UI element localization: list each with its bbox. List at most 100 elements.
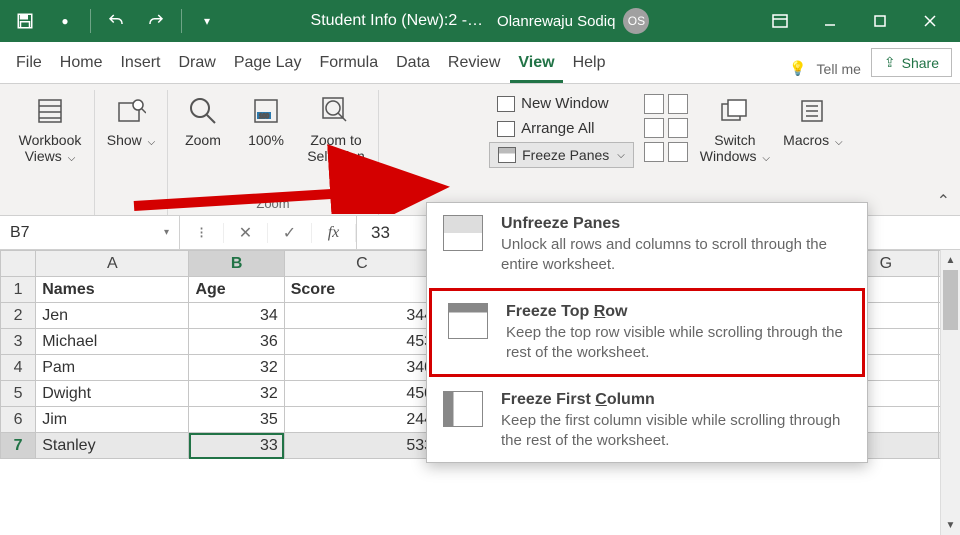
cell[interactable]: 453 [284, 329, 439, 355]
dropdown-icon[interactable]: ⁝ [180, 223, 224, 243]
reset-pos-icon[interactable] [668, 142, 688, 162]
svg-text:100: 100 [259, 114, 270, 120]
workbook-views-button[interactable]: Workbook Views [12, 90, 88, 169]
menu-freeze-top-row[interactable]: Freeze Top Row Keep the top row visible … [429, 288, 865, 377]
freeze-panes-menu: Unfreeze Panes Unlock all rows and colum… [426, 202, 868, 463]
window-split-buttons [642, 90, 690, 162]
row-header[interactable]: 3 [1, 329, 36, 355]
save-icon[interactable] [6, 3, 44, 39]
zoom-selection-icon [319, 94, 353, 128]
tab-page-layout[interactable]: Page Lay [226, 44, 310, 83]
cell[interactable]: Names [36, 277, 189, 303]
split-icon[interactable] [644, 94, 664, 114]
user-name[interactable]: Olanrewaju Sodiq OS [497, 8, 649, 34]
row-header[interactable]: 5 [1, 381, 36, 407]
enter-icon[interactable]: ✓ [268, 223, 312, 243]
qat-customize[interactable]: ▾ [188, 3, 226, 39]
share-icon: ⇪ [884, 54, 896, 71]
cell[interactable]: 533 [284, 433, 439, 459]
maximize-button[interactable] [856, 0, 904, 42]
cell[interactable]: 340 [284, 355, 439, 381]
freeze-panes-button[interactable]: Freeze Panes [489, 142, 634, 168]
freeze-top-row-icon [448, 303, 488, 339]
tell-me[interactable]: 💡 Tell me [779, 60, 871, 83]
cell[interactable]: Michael [36, 329, 189, 355]
row-header[interactable]: 2 [1, 303, 36, 329]
cell[interactable]: 32 [189, 355, 284, 381]
row-header[interactable]: 1 [1, 277, 36, 303]
active-cell[interactable]: 33 [189, 433, 284, 459]
vertical-scrollbar[interactable]: ▲ ▼ [940, 250, 960, 535]
zoom-icon [186, 94, 220, 128]
redo-button[interactable] [137, 3, 175, 39]
zoom-button[interactable]: Zoom [174, 90, 232, 152]
cell[interactable]: Jim [36, 407, 189, 433]
tab-formulas[interactable]: Formula [311, 44, 386, 83]
document-title: Student Info (New):2 -… [311, 12, 484, 30]
autosave-toggle[interactable]: ● [46, 3, 84, 39]
scroll-down-icon[interactable]: ▼ [941, 515, 960, 535]
cell[interactable]: 344 [284, 303, 439, 329]
cell[interactable]: Stanley [36, 433, 189, 459]
cell[interactable]: 244 [284, 407, 439, 433]
scroll-up-icon[interactable]: ▲ [941, 250, 960, 270]
avatar: OS [623, 8, 649, 34]
row-header[interactable]: 6 [1, 407, 36, 433]
cell[interactable]: 450 [284, 381, 439, 407]
cell[interactable]: Pam [36, 355, 189, 381]
tab-home[interactable]: Home [52, 44, 111, 83]
zoom-100-button[interactable]: 100 100% [238, 90, 294, 152]
zoom-to-selection-button[interactable]: Zoom to Selection [300, 90, 372, 168]
close-button[interactable] [906, 0, 954, 42]
minimize-button[interactable] [806, 0, 854, 42]
arrange-all-button[interactable]: Arrange All [489, 117, 634, 140]
scroll-thumb[interactable] [943, 270, 958, 330]
row-header[interactable]: 4 [1, 355, 36, 381]
freeze-panes-icon [498, 147, 516, 163]
workbook-views-icon [33, 94, 67, 128]
sync-scroll-icon[interactable] [668, 118, 688, 138]
cell[interactable]: 34 [189, 303, 284, 329]
show-icon [114, 94, 148, 128]
menu-freeze-first-column[interactable]: Freeze First Column Keep the first colum… [427, 379, 867, 462]
new-window-icon [497, 96, 515, 112]
select-all-corner[interactable] [1, 251, 36, 277]
ribbon: Workbook Views Show Zoom 100 100% Zoom t… [0, 84, 960, 216]
tab-view[interactable]: View [510, 44, 562, 83]
tab-draw[interactable]: Draw [170, 44, 223, 83]
cell[interactable]: Jen [36, 303, 189, 329]
cell[interactable]: 35 [189, 407, 284, 433]
col-header[interactable]: B [189, 251, 284, 277]
show-button[interactable]: Show [101, 90, 161, 153]
cancel-icon[interactable]: ✕ [224, 223, 268, 243]
ribbon-display-icon[interactable] [756, 0, 804, 42]
tab-help[interactable]: Help [565, 44, 614, 83]
collapse-ribbon-icon[interactable]: ⌃ [937, 191, 950, 211]
macros-button[interactable]: Macros [780, 90, 846, 153]
menu-unfreeze-panes[interactable]: Unfreeze Panes Unlock all rows and colum… [427, 203, 867, 286]
view-side-icon[interactable] [668, 94, 688, 114]
col-header[interactable]: A [36, 251, 189, 277]
arrange-all-icon [497, 121, 515, 137]
unhide-icon[interactable] [644, 142, 664, 162]
col-header[interactable]: C [284, 251, 439, 277]
fx-icon[interactable]: fx [312, 224, 356, 242]
cell[interactable]: Score [284, 277, 439, 303]
undo-button[interactable] [97, 3, 135, 39]
cell[interactable]: Age [189, 277, 284, 303]
tab-file[interactable]: File [8, 44, 50, 83]
row-header[interactable]: 7 [1, 433, 36, 459]
tab-insert[interactable]: Insert [112, 44, 168, 83]
cell[interactable]: Dwight [36, 381, 189, 407]
new-window-button[interactable]: New Window [489, 92, 634, 115]
lightbulb-icon: 💡 [789, 60, 806, 77]
hide-icon[interactable] [644, 118, 664, 138]
name-box[interactable]: B7 [0, 216, 180, 249]
share-button[interactable]: ⇪ Share [871, 48, 952, 77]
cell[interactable]: 36 [189, 329, 284, 355]
macros-icon [796, 94, 830, 128]
switch-windows-button[interactable]: Switch Windows [696, 90, 774, 169]
tab-review[interactable]: Review [440, 44, 508, 83]
cell[interactable]: 32 [189, 381, 284, 407]
tab-data[interactable]: Data [388, 44, 438, 83]
